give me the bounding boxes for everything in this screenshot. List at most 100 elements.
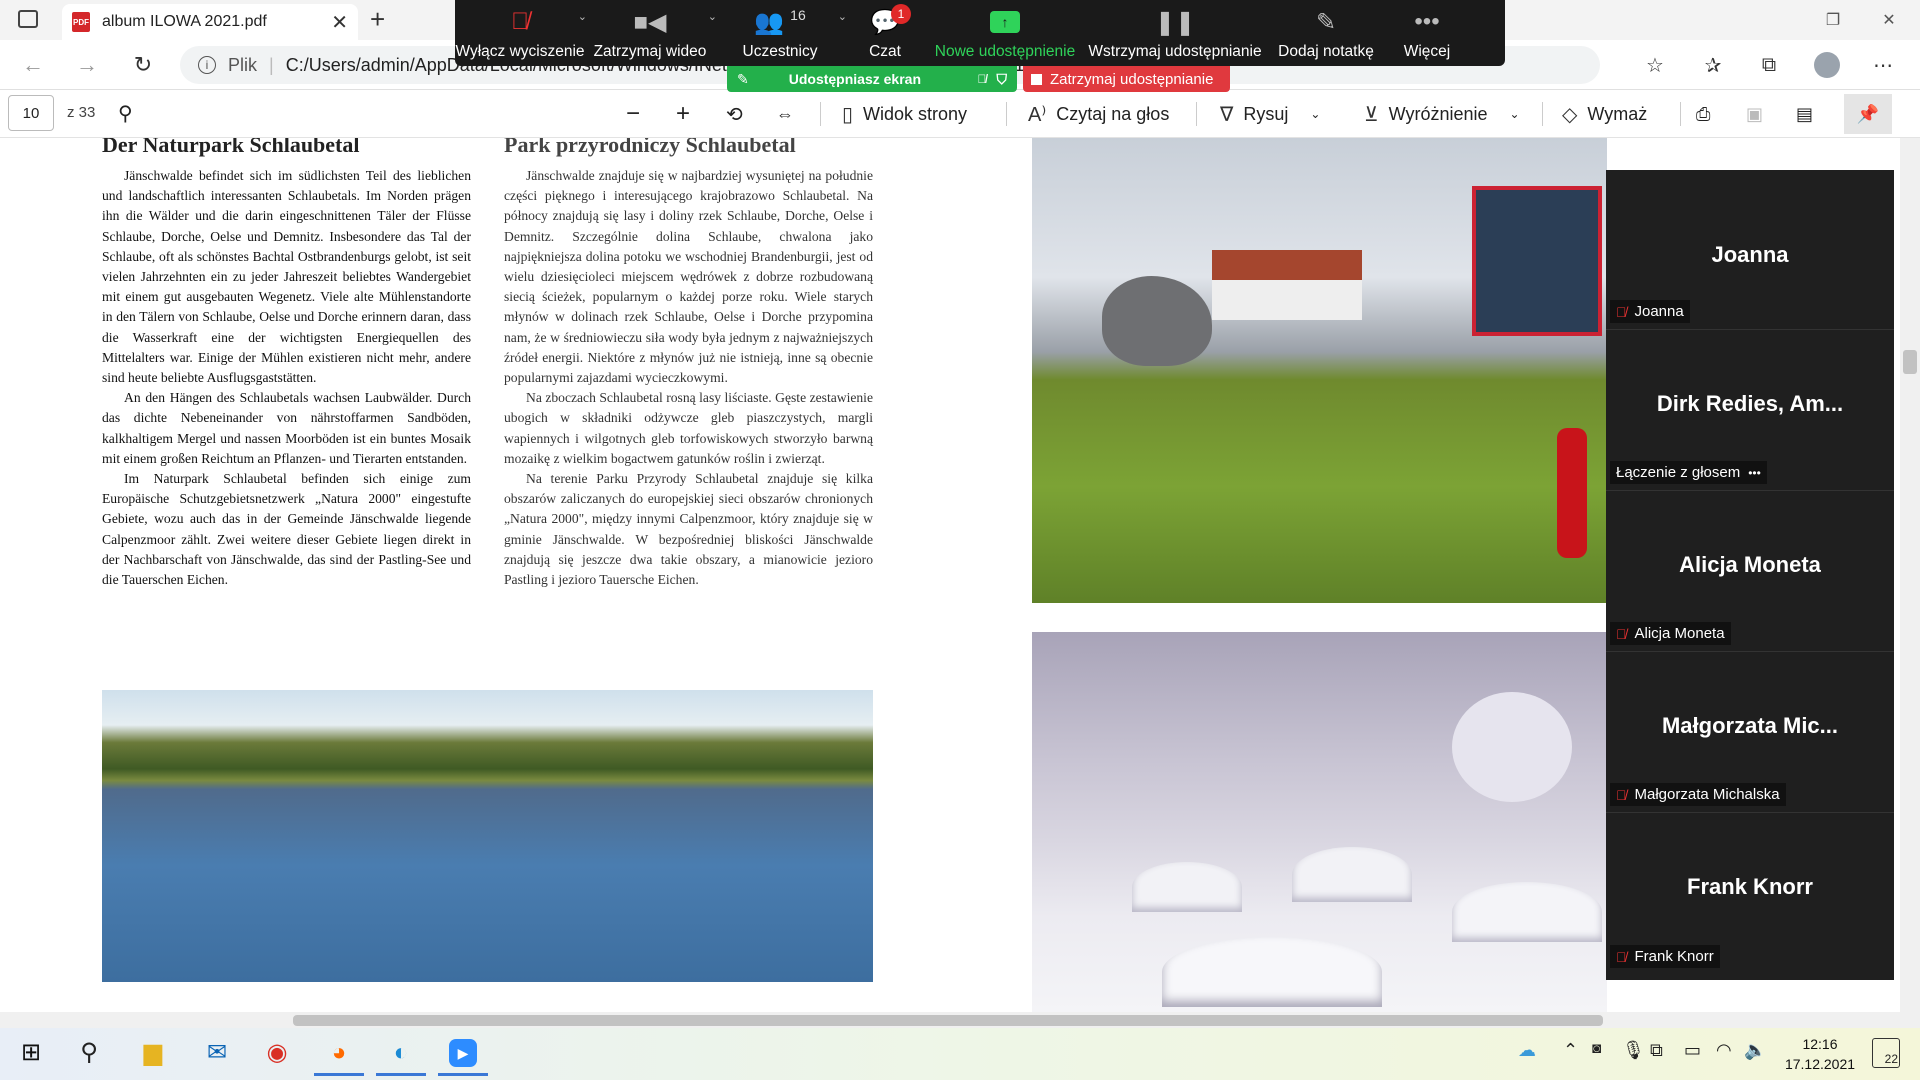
erase-button[interactable]: ◇ Wymaż (1562, 90, 1647, 138)
read-aloud-icon: A⁾ (1028, 103, 1047, 126)
draw-button[interactable]: ∇ Rysuj ⌄ (1220, 90, 1320, 138)
maximize-icon[interactable]: ❐ (1810, 0, 1856, 40)
notification-count: 22 (1884, 1052, 1898, 1066)
participant-tile[interactable]: Małgorzata Mic... 🎙̸ Małgorzata Michalska (1606, 653, 1894, 813)
german-text-column: Jänschwalde befindet sich im südlichsten… (102, 166, 471, 590)
pencil-icon: ✎ (1315, 8, 1337, 36)
pencil-icon: ✎ (737, 70, 749, 87)
participant-label-text: Frank Knorr (1634, 948, 1714, 965)
collections-icon[interactable]: ⧉ (1752, 50, 1786, 80)
windows-start-icon[interactable]: ⊞ (6, 1032, 56, 1076)
unmute-button[interactable]: 🎙̸ Wyłącz wyciszenie ⌄ (455, 0, 587, 66)
participants-button[interactable]: 👥 16 Uczestnicy ⌄ (715, 0, 847, 66)
horizontal-scroll-thumb[interactable] (293, 1015, 1603, 1026)
clock-date: 17.12.2021 (1784, 1056, 1856, 1072)
pin-toolbar-icon[interactable]: 📌 (1844, 94, 1892, 134)
snow-mound (1162, 937, 1382, 1007)
fit-width-icon[interactable]: ⇔ (776, 90, 794, 138)
pause-share-button[interactable]: ❚❚ Wstrzymaj udostępnianie (1085, 0, 1265, 66)
paragraph: Na zboczach Schlaubetal rosną lasy liści… (504, 390, 873, 466)
chevron-down-icon[interactable]: ⌄ (1310, 107, 1320, 121)
onedrive-icon[interactable]: ☁ (1518, 1040, 1536, 1061)
participant-tile[interactable]: Frank Knorr 🎙̸ Frank Knorr (1606, 814, 1894, 974)
participant-tile[interactable]: Alicja Moneta 🎙̸ Alicja Moneta (1606, 492, 1894, 652)
taskbar-search-icon[interactable]: ⚲ (64, 1032, 114, 1076)
participant-label: Łączenie z głosem ••• (1610, 461, 1767, 484)
chat-label: Czat (869, 43, 901, 60)
edge-icon[interactable]: ◐ (376, 1032, 426, 1076)
zoom-out-button[interactable]: − (626, 90, 640, 138)
pause-icon: ❚❚ (1154, 8, 1196, 36)
boulder (1102, 276, 1212, 366)
participant-name: Dirk Redies, Am... (1656, 391, 1844, 416)
stop-share-button[interactable]: Zatrzymaj udostępnianie (1023, 66, 1230, 92)
new-tab-button[interactable]: + (370, 4, 385, 35)
browser-tab[interactable]: PDF album ILOWA 2021.pdf ✕ (62, 4, 358, 40)
battery-icon[interactable]: ▭ (1684, 1040, 1701, 1061)
muted-mic-icon: 🎙̸ (1616, 625, 1627, 642)
participant-label-text: Joanna (1634, 303, 1684, 320)
camera-tray-icon[interactable]: ◙ (1592, 1040, 1601, 1057)
stop-video-button[interactable]: ■◀ Zatrzymaj wideo ⌄ (585, 0, 717, 66)
more-menu-icon[interactable]: ⋯ (1866, 50, 1900, 80)
back-arrow-icon[interactable]: ← (18, 50, 48, 80)
muted-mic-icon: 🎙̸ (511, 8, 529, 35)
outlook-icon[interactable]: ✉ (192, 1032, 242, 1076)
more-button[interactable]: ••• Więcej (1387, 0, 1467, 66)
chevron-down-icon[interactable]: ⌄ (1510, 107, 1520, 121)
new-share-button[interactable]: ↑ Nowe udostępnienie (925, 0, 1085, 66)
paragraph: Jänschwalde znajduje się w najbardziej w… (504, 168, 873, 386)
info-icon[interactable]: i (198, 56, 216, 74)
share-screen-icon: ↑ (990, 7, 1020, 37)
vertical-scrollbar[interactable] (1900, 138, 1920, 1028)
system-clock[interactable]: 12:16 17.12.2021 (1760, 1034, 1880, 1074)
chrome-icon[interactable]: ◉ (252, 1032, 302, 1076)
participant-label: 🎙̸ Alicja Moneta (1610, 622, 1731, 645)
zoom-participants-panel: Joanna 🎙̸ Joanna Dirk Redies, Am... Łącze… (1606, 170, 1894, 980)
participant-tile[interactable]: Dirk Redies, Am... Łączenie z głosem ••• (1606, 331, 1894, 491)
vertical-scroll-thumb[interactable] (1903, 350, 1917, 374)
show-hidden-icons-chevron[interactable]: ⌃ (1563, 1040, 1578, 1061)
pen-icon: ∇ (1220, 103, 1234, 126)
microphone-tray-icon[interactable]: 🎙 (1622, 1040, 1645, 1061)
draw-label: Rysuj (1243, 103, 1289, 124)
profile-avatar[interactable] (1814, 52, 1840, 78)
zoom-in-button[interactable]: + (676, 90, 690, 138)
save-icon[interactable]: ▣ (1746, 90, 1763, 138)
rotate-icon[interactable]: ⟲ (726, 90, 743, 138)
save-as-icon[interactable]: ▤ (1796, 90, 1813, 138)
stop-share-label: Zatrzymaj udostępnianie (1050, 70, 1214, 88)
annotate-button[interactable]: ✎ Dodaj notatkę (1265, 0, 1387, 66)
search-icon[interactable]: ⚲ (118, 101, 133, 126)
toolbar-separator (820, 102, 821, 126)
page-number-input[interactable]: 10 (8, 95, 54, 131)
tab-actions-icon[interactable] (18, 10, 38, 28)
erase-label: Wymaż (1587, 103, 1648, 124)
frosty-tree (1452, 692, 1572, 802)
paragraph: Jänschwalde befindet sich im südlichsten… (102, 168, 471, 386)
zoom-app-icon[interactable]: ▶ (438, 1032, 488, 1076)
german-heading: Der Naturpark Schlaubetal (102, 138, 360, 157)
window-close-icon[interactable]: ✕ (1866, 0, 1912, 40)
firefox-icon[interactable]: ◕ (314, 1032, 364, 1076)
print-icon[interactable]: ⎙ (1696, 90, 1710, 138)
file-explorer-icon[interactable]: ▆ (128, 1032, 178, 1076)
address-prefix: Plik (228, 54, 258, 75)
forward-arrow-icon[interactable]: → (72, 50, 102, 80)
screen-share-tray-icon[interactable]: ⧉ (1650, 1040, 1663, 1061)
favorites-list-icon[interactable]: ✰ (1696, 50, 1730, 80)
chat-button[interactable]: 💬 1 Czat (845, 0, 925, 66)
highlight-button[interactable]: ⊻ Wyróżnienie ⌄ (1364, 90, 1520, 138)
read-aloud-button[interactable]: A⁾ Czytaj na głos (1028, 90, 1169, 138)
hydrant (1557, 428, 1587, 558)
close-tab-icon[interactable]: ✕ (331, 10, 348, 35)
favorite-star-icon[interactable]: ☆ (1638, 50, 1672, 80)
fire-station-building (1472, 186, 1602, 336)
participant-tile[interactable]: Joanna 🎙̸ Joanna (1606, 170, 1894, 330)
notification-center-icon[interactable]: 22 (1872, 1038, 1900, 1068)
participant-name: Joanna (1711, 242, 1789, 267)
wifi-icon[interactable]: ◠ (1716, 1040, 1732, 1061)
refresh-icon[interactable]: ↻ (128, 50, 158, 80)
eraser-icon: ◇ (1562, 103, 1578, 126)
page-view-button[interactable]: ▯ Widok strony (842, 90, 967, 138)
